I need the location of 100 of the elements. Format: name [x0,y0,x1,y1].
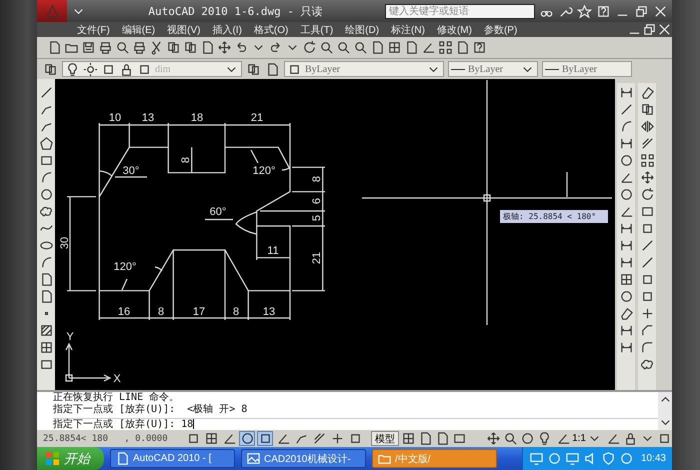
menu-item[interactable]: 编辑(E) [116,22,162,37]
document-icon[interactable] [200,40,215,55]
dimension-icon[interactable] [618,136,634,151]
menu-item[interactable]: 参数(P) [478,22,524,37]
rectangle-icon[interactable] [38,357,54,372]
close-icon[interactable] [657,22,672,37]
magnifier-icon[interactable] [503,431,518,446]
shield-icon[interactable] [600,451,616,466]
line-icon[interactable] [38,85,54,100]
document-icon[interactable] [404,40,419,55]
menu-item[interactable]: 工具(T) [294,22,340,37]
monitor-icon[interactable] [528,451,544,466]
dimension-icon[interactable] [618,255,634,270]
drafting-toggle[interactable] [239,431,255,446]
angle-label: 120° [252,165,276,177]
copy-icon[interactable] [43,62,58,76]
move-icon[interactable] [217,40,232,55]
grid-icon[interactable] [618,272,634,287]
cloud-icon[interactable] [38,204,54,219]
lock-icon [119,62,134,76]
magnifier-icon[interactable] [353,40,368,55]
save-icon[interactable] [81,40,96,55]
pentagon-icon[interactable] [38,136,54,151]
document-icon[interactable] [47,40,62,55]
lightbulb-icon [65,62,80,76]
color-dropdown[interactable]: ByLayer [284,61,444,77]
move-icon[interactable] [486,431,502,446]
menu-item[interactable]: 绘图(D) [339,22,386,37]
array-icon[interactable] [438,40,453,55]
rotate-icon[interactable] [640,187,654,202]
leader-line [205,218,233,220]
mirror-icon[interactable] [640,119,654,134]
grid-icon[interactable] [387,40,402,55]
copy-icon[interactable] [246,62,261,76]
dimension-icon[interactable] [618,221,634,236]
model-button[interactable]: 模型 [371,431,399,446]
taskbar-button[interactable]: CAD2010机械设计- [241,449,366,468]
document-icon[interactable] [418,431,433,446]
drafting-toggle[interactable] [257,431,273,446]
move-icon[interactable] [640,170,654,185]
annotation-scale-button[interactable]: 1:1 [554,431,604,446]
close-icon[interactable] [653,4,668,18]
rectangle-icon[interactable] [452,431,467,446]
rectangle-icon[interactable] [640,204,654,219]
menu-item[interactable]: 格式(O) [248,22,294,37]
copy-icon[interactable] [640,102,654,117]
restore-icon[interactable] [642,22,657,37]
copy-icon[interactable] [183,40,198,55]
lineweight-sample [545,68,559,70]
magnifier-icon[interactable] [336,40,351,55]
dimension-text: 8 [311,176,323,182]
menu-item[interactable]: 视图(V) [161,22,206,37]
line-icon[interactable] [618,102,634,117]
document-icon[interactable] [370,40,385,55]
restore-icon[interactable] [634,4,649,18]
document-icon[interactable] [455,40,470,55]
cloud-icon[interactable] [640,357,654,372]
help-icon[interactable] [596,4,611,18]
square-icon[interactable] [657,431,672,446]
lineweight-dropdown[interactable]: ByLayer [542,61,632,77]
grid-icon[interactable] [38,340,54,355]
linetype-dropdown[interactable]: ByLayer [448,61,538,77]
line-icon[interactable] [640,255,654,270]
parallel-lines-icon [312,431,326,446]
fillet-icon[interactable] [640,340,654,355]
chamfer-icon[interactable] [640,323,654,338]
help-icon[interactable] [472,40,487,55]
dimension-icon[interactable] [618,238,634,253]
printer-icon[interactable] [98,40,113,55]
dimension-icon[interactable] [618,340,634,355]
eraser-icon[interactable] [618,306,634,321]
magnifier-icon[interactable] [115,40,130,55]
rectangle-icon[interactable] [38,153,54,168]
printer-icon[interactable] [132,40,147,55]
menu-item[interactable]: 文件(F) [71,22,116,37]
eraser-icon[interactable] [640,85,654,100]
dimension-text: 6 [311,198,323,204]
dimension-text: 8 [158,306,164,318]
magnifier-icon[interactable] [319,40,334,55]
menu-item[interactable]: 标注(N) [385,22,431,37]
copy-icon[interactable] [166,40,181,55]
grid-icon[interactable] [401,431,416,446]
monitor-icon[interactable] [564,451,580,466]
array-icon[interactable] [640,153,654,168]
document-icon[interactable] [435,431,450,446]
dimension-icon[interactable] [618,85,634,100]
menu-item[interactable]: 修改(M) [430,22,478,37]
search-field[interactable]: 键入关键字或短语 [385,4,535,18]
menu-item[interactable]: 插入(I) [206,22,248,37]
hatch-icon[interactable] [38,323,54,338]
line-icon[interactable] [640,238,654,253]
document-icon[interactable] [265,62,280,76]
rotate-icon[interactable] [302,40,317,55]
lock-icon[interactable] [623,431,638,446]
scrollbar[interactable] [658,392,672,430]
command-history-line: 正在恢复执行 LINE 命令。 [53,392,180,404]
dimension-icon[interactable] [618,323,634,338]
parallel-lines-icon[interactable] [640,136,654,151]
star-icon[interactable] [577,4,592,18]
taskbar-button[interactable]: AutoCAD 2010 - [ [110,449,235,468]
